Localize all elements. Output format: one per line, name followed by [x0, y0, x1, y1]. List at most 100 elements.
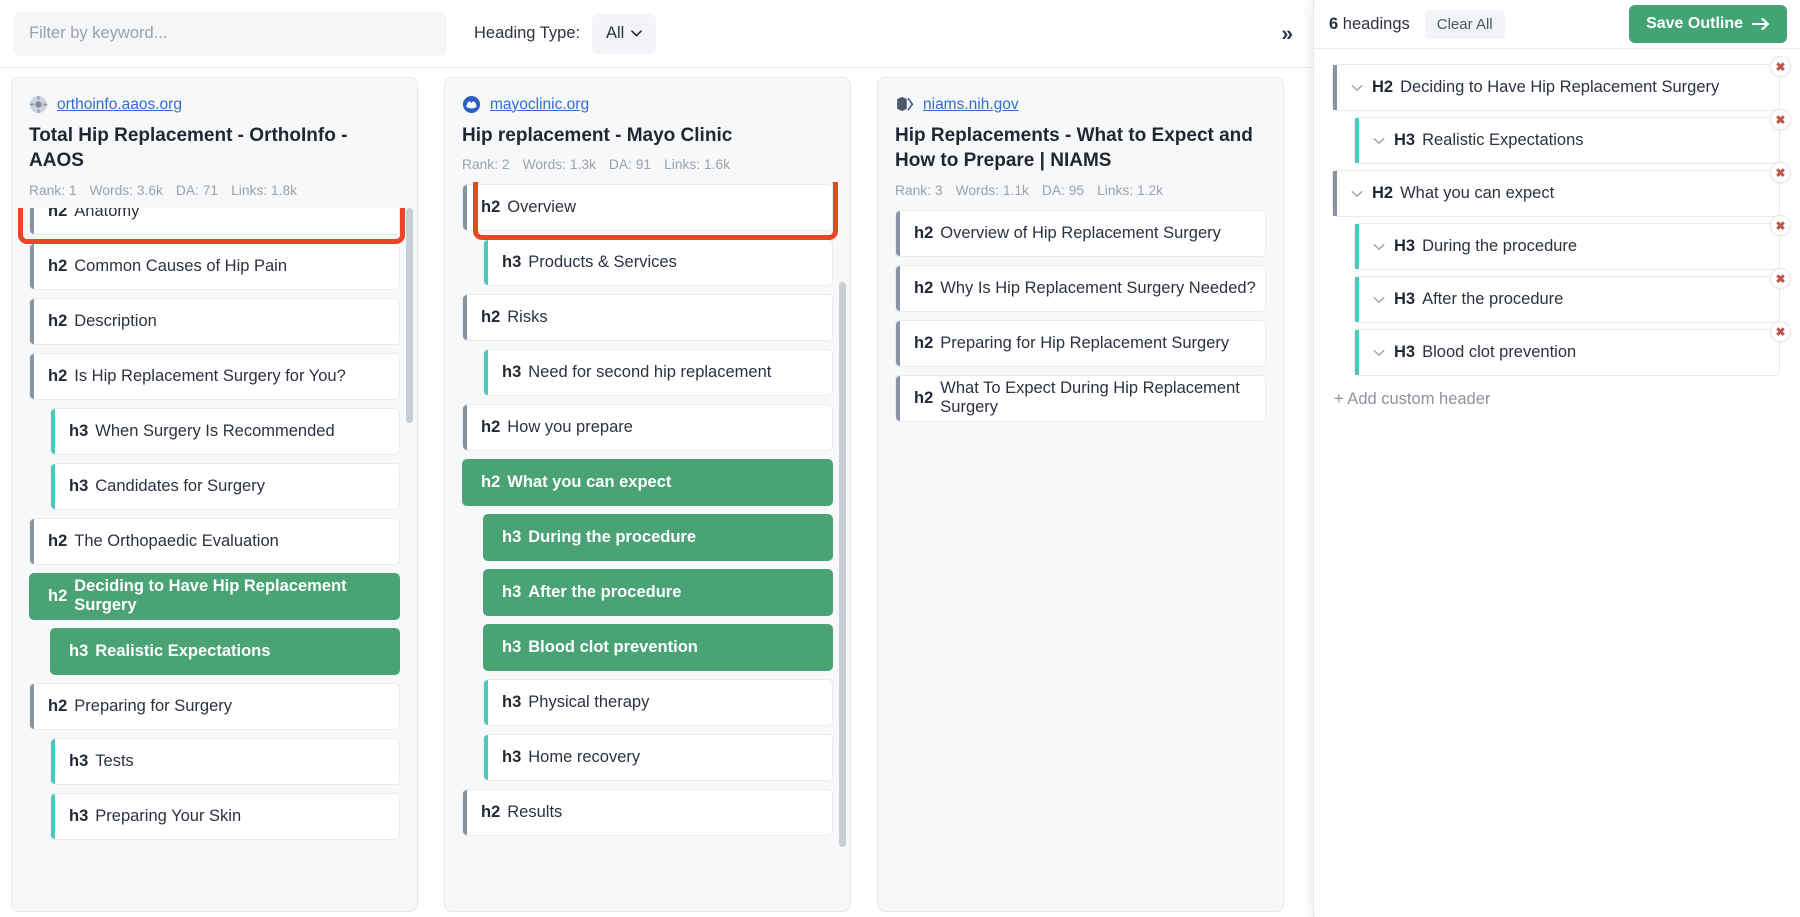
column-scrollbar[interactable]	[839, 282, 846, 847]
chevron-down-icon[interactable]	[1373, 243, 1385, 251]
outline-item[interactable]: H3During the procedure✖	[1354, 223, 1780, 270]
chevron-down-icon[interactable]	[1351, 84, 1363, 92]
serp-column: orthoinfo.aaos.org Total Hip Replacement …	[11, 77, 418, 912]
heading-text: During the procedure	[528, 528, 696, 547]
outline-panel-header: 6 headings Clear All Save Outline	[1314, 0, 1800, 49]
domain-row: orthoinfo.aaos.org	[29, 95, 400, 114]
domain-link[interactable]: orthoinfo.aaos.org	[57, 96, 182, 114]
heading-text: After the procedure	[528, 583, 681, 602]
heading-chip[interactable]: h2What you can expect	[462, 459, 833, 506]
outline-item-level: H3	[1394, 290, 1415, 309]
heading-chip[interactable]: h3 When Surgery Is Recommended	[50, 408, 400, 455]
heading-chip[interactable]: h3Products & Services	[483, 239, 833, 286]
heading-level: h2	[481, 473, 500, 492]
heading-chip[interactable]: h3Home recovery	[483, 734, 833, 781]
heading-level: h2	[481, 803, 500, 822]
headings-list: h2Anatomy h2Common Causes of Hip Pain h2De…	[29, 208, 400, 840]
heading-chip[interactable]: h3Tests	[50, 738, 400, 785]
remove-heading-button[interactable]: ✖	[1770, 321, 1791, 342]
heading-level: h3	[69, 477, 88, 496]
heading-level: h2	[48, 367, 67, 386]
remove-heading-button[interactable]: ✖	[1770, 162, 1791, 183]
heading-chip[interactable]: h3Blood clot prevention	[483, 624, 833, 671]
heading-chip[interactable]: h2Results	[462, 789, 833, 836]
heading-text: Overview of Hip Replacement Surgery	[940, 224, 1221, 243]
heading-chip[interactable]: h2 Overview of Hip Replacement Surgery	[895, 210, 1266, 257]
heading-chip[interactable]: h2Deciding to Have Hip Replacement Surge…	[29, 573, 400, 620]
heading-text: Preparing Your Skin	[95, 807, 241, 826]
heading-count-number: 6	[1329, 15, 1338, 33]
serp-columns-board: orthoinfo.aaos.org Total Hip Replacement …	[0, 68, 1313, 917]
heading-chip[interactable]: h2Anatomy	[29, 208, 400, 235]
heading-chip[interactable]: h2Why Is Hip Replacement Surgery Needed?	[895, 265, 1266, 312]
heading-chip[interactable]: h3Realistic Expectations	[50, 628, 400, 675]
outline-builder-app: Heading Type: All » orthoinfo.aaos.orgTo…	[0, 0, 1800, 917]
domain-row: mayoclinic.org	[462, 95, 833, 114]
headings-scroll-area[interactable]: h2 Overview of Hip Replacement Surgery h2W…	[878, 208, 1283, 911]
collapse-panel-button[interactable]: »	[1281, 23, 1291, 44]
heading-level: h2	[48, 257, 67, 276]
domain-link[interactable]: mayoclinic.org	[490, 96, 589, 114]
heading-level: h3	[502, 363, 521, 382]
heading-chip[interactable]: h2Risks	[462, 294, 833, 341]
heading-chip[interactable]: h3Candidates for Surgery	[50, 463, 400, 510]
outline-panel: 6 headings Clear All Save Outline H2Deci…	[1313, 0, 1800, 917]
heading-chip[interactable]: h2Preparing for Hip Replacement Surgery	[895, 320, 1266, 367]
add-custom-header-link[interactable]: + Add custom header	[1334, 390, 1780, 409]
clear-all-button[interactable]: Clear All	[1425, 10, 1505, 39]
outline-item-level: H2	[1372, 78, 1393, 97]
chevron-down-icon[interactable]	[1373, 137, 1385, 145]
remove-heading-button[interactable]: ✖	[1770, 109, 1791, 130]
headings-scroll-area[interactable]: h2Anatomy h2Common Causes of Hip Pain h2De…	[12, 208, 417, 911]
heading-chip[interactable]: h2Overview	[462, 184, 833, 231]
heading-level: h2	[914, 389, 933, 408]
heading-chip[interactable]: h3Preparing Your Skin	[50, 793, 400, 840]
metric: Rank: 1	[29, 183, 77, 198]
heading-level: h2	[914, 224, 933, 243]
heading-chip[interactable]: h2Preparing for Surgery	[29, 683, 400, 730]
heading-chip[interactable]: h2The Orthopaedic Evaluation	[29, 518, 400, 565]
heading-level: h3	[69, 642, 88, 661]
headings-scroll-area[interactable]: h2Overview h3Products & Services h2Risks h3…	[445, 182, 850, 911]
heading-level: h3	[502, 583, 521, 602]
metric: Words: 1.1k	[956, 183, 1029, 198]
remove-heading-button[interactable]: ✖	[1770, 215, 1791, 236]
heading-chip[interactable]: h2Description	[29, 298, 400, 345]
heading-level: h3	[69, 422, 88, 441]
chevron-down-icon[interactable]	[1373, 349, 1385, 357]
heading-count-label: headings	[1343, 15, 1410, 33]
outline-item[interactable]: H3Blood clot prevention✖	[1354, 329, 1780, 376]
heading-type-select[interactable]: All	[592, 14, 656, 54]
metric: DA: 91	[609, 157, 651, 172]
domain-link[interactable]: niams.nih.gov	[923, 96, 1019, 114]
heading-text: When Surgery Is Recommended	[95, 422, 334, 441]
save-outline-label: Save Outline	[1646, 15, 1743, 33]
outline-item[interactable]: H2Deciding to Have Hip Replacement Surge…	[1332, 64, 1780, 111]
outline-item[interactable]: H2What you can expect✖	[1332, 170, 1780, 217]
outline-item[interactable]: H3Realistic Expectations✖	[1354, 117, 1780, 164]
heading-chip[interactable]: h2What To Expect During Hip Replacement …	[895, 375, 1266, 422]
mayoclinic-favicon	[462, 95, 481, 114]
column-scrollbar[interactable]	[406, 208, 413, 423]
remove-heading-button[interactable]: ✖	[1770, 56, 1791, 77]
orthoinfo-favicon	[29, 95, 48, 114]
heading-type-value: All	[606, 24, 624, 43]
page-title: Total Hip Replacement - OrthoInfo - AAOS	[29, 123, 400, 174]
heading-chip[interactable]: h3Need for second hip replacement	[483, 349, 833, 396]
heading-chip[interactable]: h3Physical therapy	[483, 679, 833, 726]
heading-chip[interactable]: h3 After the procedure	[483, 569, 833, 616]
keyword-filter-input[interactable]	[14, 12, 446, 56]
outline-item[interactable]: H3After the procedure✖	[1354, 276, 1780, 323]
outline-item-text: After the procedure	[1422, 290, 1563, 309]
heading-chip[interactable]: h2Is Hip Replacement Surgery for You?	[29, 353, 400, 400]
save-outline-button[interactable]: Save Outline	[1629, 5, 1787, 43]
chevron-down-icon[interactable]	[1373, 296, 1385, 304]
column-header: mayoclinic.orgHip replacement - Mayo Cli…	[445, 78, 850, 182]
heading-chip[interactable]: h3During the procedure	[483, 514, 833, 561]
remove-heading-button[interactable]: ✖	[1770, 268, 1791, 289]
chevron-down-icon[interactable]	[1351, 190, 1363, 198]
page-metrics: Rank: 3Words: 1.1kDA: 95Links: 1.2k	[895, 183, 1266, 198]
serp-column: niams.nih.govHip Replacements - What to …	[877, 77, 1284, 912]
heading-chip[interactable]: h2How you prepare	[462, 404, 833, 451]
heading-chip[interactable]: h2Common Causes of Hip Pain	[29, 243, 400, 290]
